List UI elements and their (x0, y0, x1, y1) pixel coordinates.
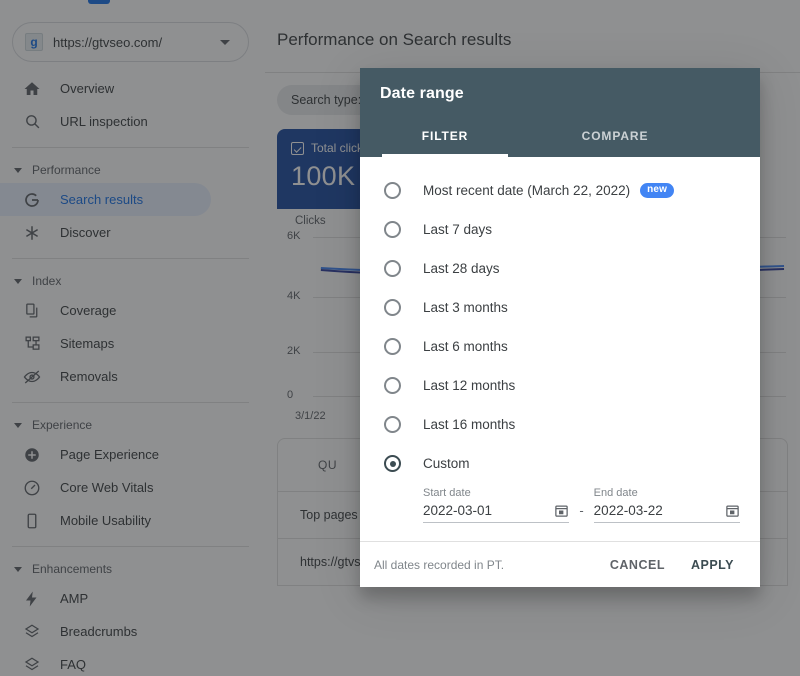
option-custom[interactable]: Custom (360, 444, 760, 483)
radio-unselected-icon[interactable] (384, 221, 401, 238)
option-label: Last 28 days (423, 261, 500, 276)
dialog-body: Most recent date (March 22, 2022) new Last… (360, 157, 760, 541)
option-label: Most recent date (March 22, 2022) (423, 183, 630, 198)
dialog-footer: All dates recorded in PT. CANCEL APPLY (360, 541, 760, 587)
option-last-12-months[interactable]: Last 12 months (360, 366, 760, 405)
dialog-tab-bar: FILTER COMPARE (360, 115, 760, 157)
radio-unselected-icon[interactable] (384, 338, 401, 355)
option-label: Last 7 days (423, 222, 492, 237)
option-last-28-days[interactable]: Last 28 days (360, 249, 760, 288)
radio-unselected-icon[interactable] (384, 182, 401, 199)
option-most-recent-date-march-22-2022[interactable]: Most recent date (March 22, 2022) new (360, 171, 760, 210)
option-label: Last 16 months (423, 417, 515, 432)
option-last-7-days[interactable]: Last 7 days (360, 210, 760, 249)
option-label: Last 3 months (423, 300, 508, 315)
option-label: Last 6 months (423, 339, 508, 354)
radio-unselected-icon[interactable] (384, 377, 401, 394)
date-range-option-list: Most recent date (March 22, 2022) new Last… (360, 171, 760, 483)
new-badge: new (640, 183, 674, 198)
start-date-value: 2022-03-01 (423, 503, 554, 518)
radio-unselected-icon[interactable] (384, 416, 401, 433)
option-label: Last 12 months (423, 378, 515, 393)
custom-date-fields: Start date 2022-03-01 - End date 2022-03… (360, 483, 760, 523)
dialog-title: Date range (380, 85, 464, 103)
option-last-6-months[interactable]: Last 6 months (360, 327, 760, 366)
option-last-3-months[interactable]: Last 3 months (360, 288, 760, 327)
app-root: g https://gtvseo.com/ OverviewURL inspec… (0, 0, 800, 676)
option-label: Custom (423, 456, 470, 471)
apply-button[interactable]: APPLY (681, 551, 744, 579)
radio-selected-icon[interactable] (384, 455, 401, 472)
radio-unselected-icon[interactable] (384, 299, 401, 316)
option-last-16-months[interactable]: Last 16 months (360, 405, 760, 444)
radio-unselected-icon[interactable] (384, 260, 401, 277)
dialog-header: Date range FILTER COMPARE (360, 68, 760, 157)
timezone-note: All dates recorded in PT. (374, 558, 600, 572)
date-range-separator: - (579, 503, 583, 518)
start-date-field: Start date 2022-03-01 (423, 487, 569, 523)
end-date-input[interactable]: 2022-03-22 (594, 503, 740, 523)
calendar-icon[interactable] (554, 503, 569, 518)
cancel-button[interactable]: CANCEL (600, 551, 675, 579)
end-date-label: End date (594, 487, 740, 499)
end-date-value: 2022-03-22 (594, 503, 725, 518)
tab-compare[interactable]: COMPARE (530, 115, 700, 157)
calendar-icon[interactable] (725, 503, 740, 518)
end-date-field: End date 2022-03-22 (594, 487, 740, 523)
start-date-input[interactable]: 2022-03-01 (423, 503, 569, 523)
start-date-label: Start date (423, 487, 569, 499)
date-range-dialog: Date range FILTER COMPARE Most recent da… (360, 68, 760, 587)
tab-filter[interactable]: FILTER (360, 115, 530, 157)
